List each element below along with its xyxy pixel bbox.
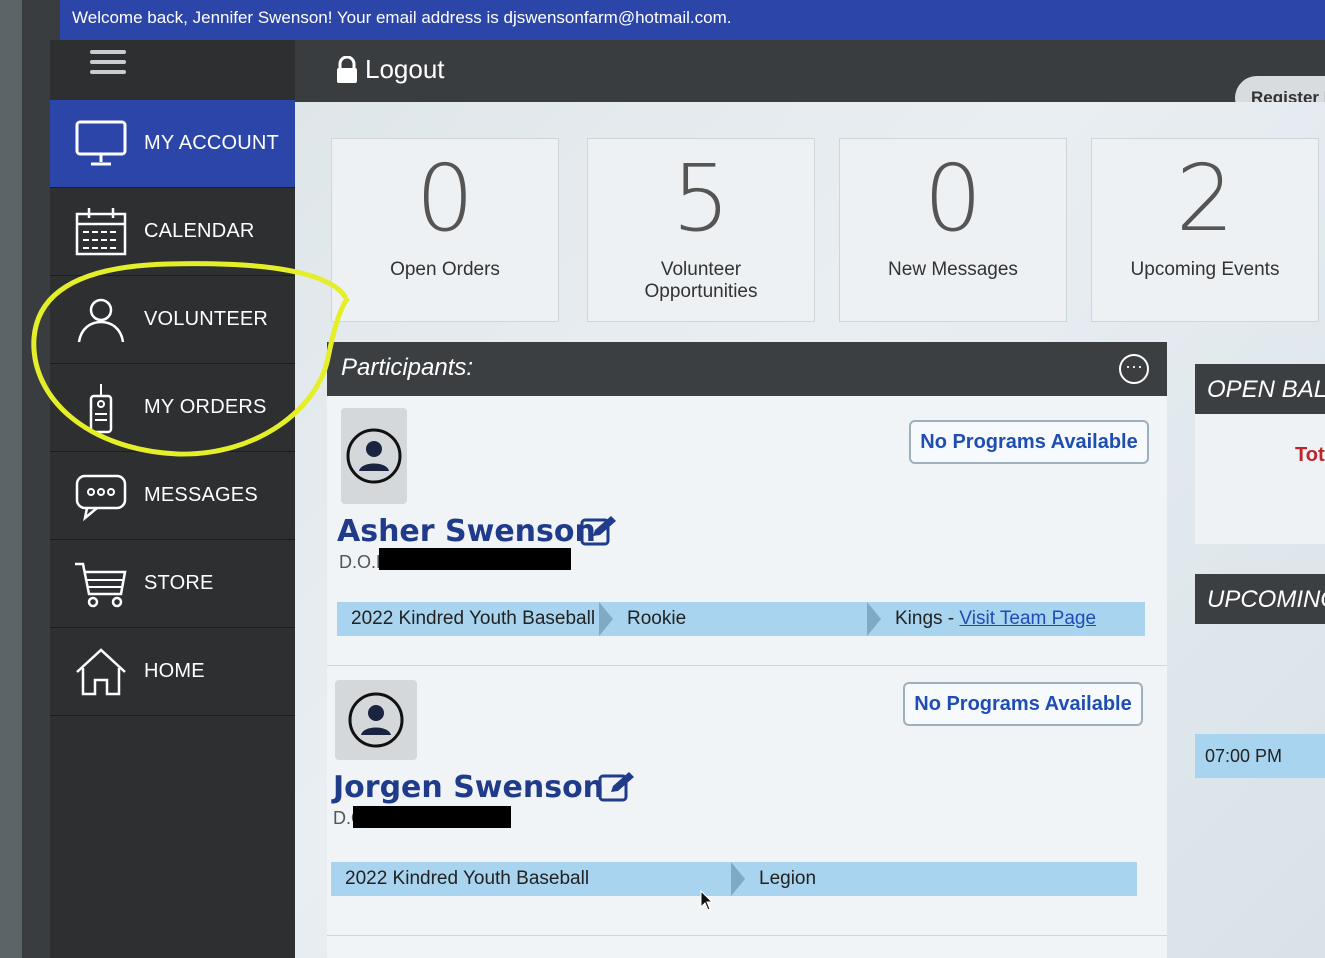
calendar-icon	[72, 206, 130, 258]
mouse-cursor-icon	[700, 890, 714, 911]
open-balance-panel: OPEN BALA Tota	[1195, 364, 1325, 544]
sidebar-item-label: VOLUNTEER	[144, 308, 269, 330]
stat-label: Upcoming Events	[1130, 259, 1280, 280]
monitor-icon	[72, 118, 130, 170]
stat-value: 0	[923, 145, 983, 252]
program-name: 2022 Kindred Youth Baseball	[337, 602, 613, 636]
main-content: 0 Open Orders 5 Volunteer Opportunities …	[295, 102, 1325, 958]
stat-value: 5	[671, 145, 731, 252]
total-label: Tota	[1295, 444, 1325, 466]
participant-name: Asher Swenson	[337, 514, 596, 549]
team-info: Kings - Visit Team Page	[881, 602, 1096, 636]
sidebar-item-my-orders[interactable]: MY ORDERS	[50, 364, 295, 452]
more-options-icon[interactable]: ···	[1119, 354, 1149, 384]
no-programs-button[interactable]: No Programs Available	[909, 420, 1149, 464]
open-balance-body: Tota	[1195, 414, 1325, 544]
open-balance-title: OPEN BALA	[1195, 364, 1325, 414]
program-bar: 2022 Kindred Youth Baseball Legion	[331, 862, 1137, 896]
edit-icon[interactable]	[597, 770, 637, 804]
stat-label: Volunteer Opportunities	[644, 259, 758, 302]
sidebar-item-label: MY ORDERS	[144, 396, 267, 418]
sidebar-item-volunteer[interactable]: VOLUNTEER	[50, 276, 295, 364]
team-name: Kings -	[895, 608, 955, 629]
event-time: 07:00 PM	[1205, 746, 1283, 766]
stat-tile-upcoming-events[interactable]: 2 Upcoming Events	[1091, 138, 1319, 322]
sidebar-item-label: MY ACCOUNT	[144, 132, 279, 154]
stat-tile-new-messages[interactable]: 0 New Messages	[839, 138, 1067, 322]
stat-value: 2	[1175, 145, 1235, 252]
hamburger-menu-icon[interactable]	[90, 50, 126, 80]
sidebar-item-label: CALENDAR	[144, 220, 255, 242]
participants-title: Participants:	[341, 354, 474, 381]
participants-header: Participants: ···	[327, 342, 1167, 396]
avatar	[341, 408, 407, 504]
stat-label: Open Orders	[390, 259, 500, 280]
upcoming-title: UPCOMING	[1195, 574, 1325, 624]
home-icon	[72, 646, 130, 698]
stat-tile-open-orders[interactable]: 0 Open Orders	[331, 138, 559, 322]
division-name: Rookie	[613, 602, 881, 636]
sidebar-item-label: HOME	[144, 660, 205, 682]
participants-panel: Participants: ··· Asher Swenson D.O.B. N…	[327, 342, 1167, 958]
welcome-text: Welcome back, Jennifer Swenson! Your ema…	[72, 8, 732, 27]
participant-card: Asher Swenson D.O.B. No Programs Availab…	[327, 396, 1167, 666]
program-bar: 2022 Kindred Youth Baseball Rookie Kings…	[337, 602, 1145, 636]
logout-label: Logout	[365, 54, 445, 84]
sidebar-item-my-account[interactable]: MY ACCOUNT	[50, 100, 295, 188]
logout-link[interactable]: Logout	[335, 54, 445, 85]
sidebar-item-label: STORE	[144, 572, 214, 594]
screen-bezel	[0, 0, 22, 958]
welcome-banner: Welcome back, Jennifer Swenson! Your ema…	[60, 0, 1325, 40]
no-programs-button[interactable]: No Programs Available	[903, 682, 1143, 726]
user-avatar-icon	[346, 428, 402, 484]
redacted-dob	[353, 806, 511, 828]
visit-team-page-link[interactable]: Visit Team Page	[959, 608, 1096, 629]
avatar	[335, 680, 417, 760]
sidebar-item-calendar[interactable]: CALENDAR	[50, 188, 295, 276]
stat-tile-volunteer-opportunities[interactable]: 5 Volunteer Opportunities	[587, 138, 815, 322]
sidebar-item-home[interactable]: HOME	[50, 628, 295, 716]
participant-card: Jorgen Swenson D.O No Programs Available…	[327, 666, 1167, 936]
edit-icon[interactable]	[579, 514, 619, 548]
sidebar-item-label: MESSAGES	[144, 484, 258, 506]
sidebar: MY ACCOUNT CALENDAR VOLUNTEER MY ORDERS …	[50, 40, 295, 958]
upcoming-body: 07:00 PM	[1195, 624, 1325, 794]
sidebar-item-messages[interactable]: MESSAGES	[50, 452, 295, 540]
division-name: Legion	[759, 868, 817, 889]
tag-icon	[72, 382, 130, 434]
person-icon	[72, 294, 130, 346]
chat-icon	[72, 470, 130, 522]
upcoming-events-panel: UPCOMING 07:00 PM	[1195, 574, 1325, 794]
redacted-dob	[379, 548, 571, 570]
lock-icon	[337, 55, 357, 83]
stat-label: New Messages	[888, 259, 1018, 280]
program-name: 2022 Kindred Youth Baseball	[331, 862, 745, 896]
cart-icon	[72, 558, 130, 610]
top-bar: Logout Register N	[295, 40, 1325, 120]
event-row[interactable]: 07:00 PM	[1195, 734, 1325, 778]
stat-value: 0	[415, 145, 475, 252]
user-avatar-icon	[348, 692, 404, 748]
sidebar-item-store[interactable]: STORE	[50, 540, 295, 628]
participant-name: Jorgen Swenson	[333, 770, 605, 805]
